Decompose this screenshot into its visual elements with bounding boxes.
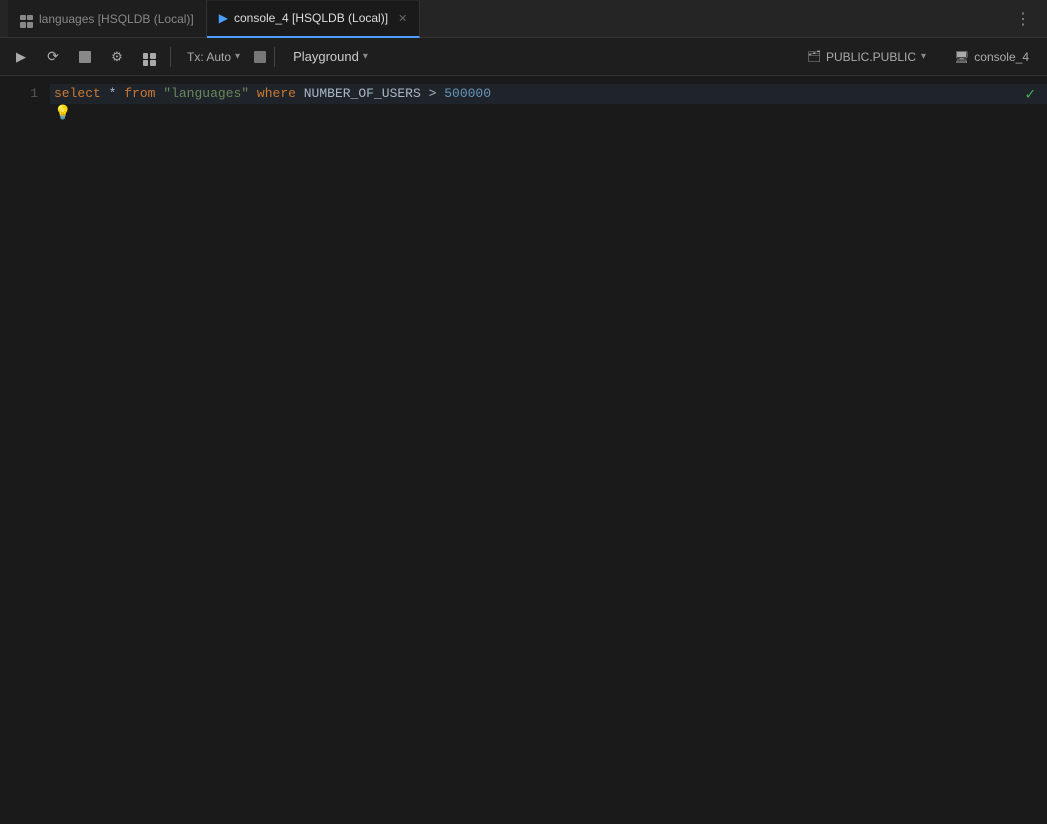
settings-button[interactable]: ⚙ [104,44,130,70]
space-1 [101,84,109,104]
tab-console4[interactable]: ▶ console_4 [HSQLDB (Local)] ✕ [207,1,421,38]
tab-bar: languages [HSQLDB (Local)] ▶ console_4 [… [0,0,1047,38]
schema-chevron-icon: ▾ [921,51,926,62]
check-mark: ✓ [1025,84,1035,104]
tx-label: Tx: Auto [187,50,231,64]
grid-view-button[interactable] [136,44,162,70]
toolbar-divider-2 [274,47,275,67]
toolbar-right: 🗂 PUBLIC.PUBLIC ▾ 🖥 console_4 [797,47,1039,67]
console-selector-label: console_4 [974,50,1029,64]
number-value: 500000 [444,84,491,104]
console-icon: ▶ [219,11,228,25]
history-button[interactable]: ⟳ [40,44,66,70]
space-7 [436,84,444,104]
play-icon: ▶ [16,49,26,65]
more-options-icon[interactable]: ⋮ [1007,5,1039,33]
console-selector[interactable]: 🖥 console_4 [944,47,1039,67]
lightbulb-icon[interactable]: 💡 [54,104,71,124]
tab-bar-left: languages [HSQLDB (Local)] ▶ console_4 [… [8,0,420,37]
keyword-from: from [124,84,155,104]
toolbar-divider-1 [170,47,171,67]
keyword-select: select [54,84,101,104]
tab-bar-right: ⋮ [1007,5,1039,33]
tab-close-button[interactable]: ✕ [398,12,407,25]
playground-label: Playground [293,49,359,64]
space-5 [296,84,304,104]
toolbar: ▶ ⟳ ⚙ [0,38,1047,76]
schema-icon: 🗂 [807,50,821,63]
star-operator: * [109,84,117,104]
tab-languages-label: languages [HSQLDB (Local)] [39,12,194,26]
playground-chevron-icon: ▾ [363,51,368,62]
tab-languages[interactable]: languages [HSQLDB (Local)] [8,0,207,37]
line-number-1: 1 [0,84,50,104]
editor-content[interactable]: select * from "languages" where NUMBER_O… [50,76,1047,824]
tx-chevron-icon: ▾ [235,51,240,62]
space-2 [116,84,124,104]
gt-operator: > [429,84,437,104]
cancel-execution-button[interactable] [254,51,266,63]
toolbar-left: ▶ ⟳ ⚙ [8,44,378,70]
schema-label: PUBLIC.PUBLIC [826,50,916,64]
grid-view-icon [143,47,156,66]
code-line-1: select * from "languages" where NUMBER_O… [50,84,1047,104]
run-button[interactable]: ▶ [8,44,34,70]
space-3 [155,84,163,104]
stop-icon [79,51,91,63]
column-name: NUMBER_OF_USERS [304,84,421,104]
space-4 [249,84,257,104]
lightbulb-hint-line: 💡 [50,104,1047,124]
table-name: "languages" [163,84,249,104]
console-selector-icon: 🖥 [954,50,969,64]
keyword-where: where [257,84,296,104]
stop-button[interactable] [72,44,98,70]
tx-dropdown[interactable]: Tx: Auto ▾ [179,47,248,67]
line-numbers: 1 [0,76,50,824]
grid-icon [20,9,33,27]
settings-icon: ⚙ [111,49,123,65]
playground-dropdown[interactable]: Playground ▾ [283,46,378,67]
space-6 [421,84,429,104]
history-icon: ⟳ [47,48,59,65]
editor-area: 1 select * from "languages" where NUMBER… [0,76,1047,824]
schema-selector[interactable]: 🗂 PUBLIC.PUBLIC ▾ [797,47,936,67]
tab-console4-label: console_4 [HSQLDB (Local)] [234,11,388,25]
